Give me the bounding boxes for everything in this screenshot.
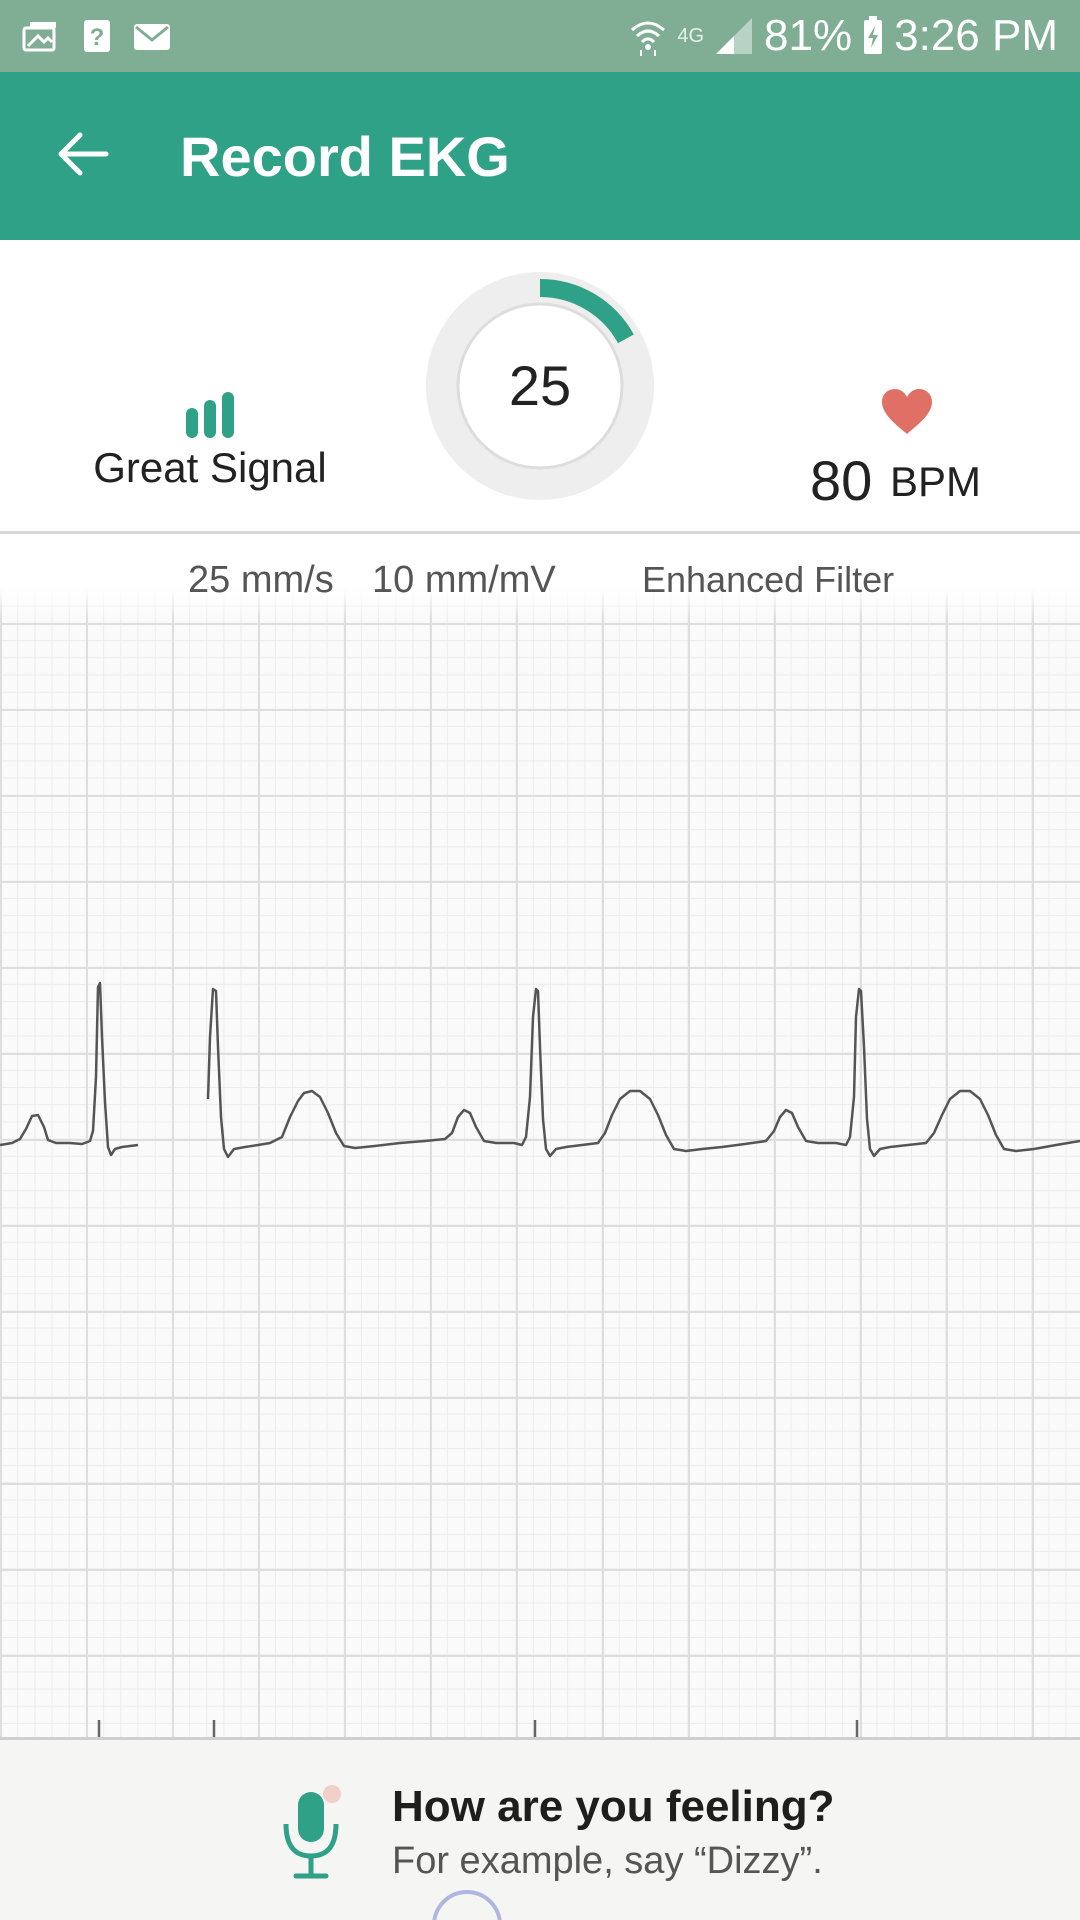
recording-summary: Great Signal 25 80 BPM <box>0 240 1080 534</box>
heart-icon <box>882 389 932 434</box>
voice-memo-prompt[interactable]: How are you feeling? For example, say “D… <box>0 1737 1080 1920</box>
clock: 3:26 PM <box>894 11 1058 60</box>
page-title: Record EKG <box>180 125 510 188</box>
filter-mode: Enhanced Filter <box>642 559 895 600</box>
timer-value: 25 <box>508 354 572 417</box>
ekg-trace-canvas <box>0 981 1080 1737</box>
app-bar: Record EKG <box>0 72 1080 240</box>
email-icon <box>134 24 170 50</box>
arrow-back-icon[interactable] <box>52 122 116 186</box>
ekg-trace-segment <box>206 987 1080 1159</box>
ekg-chart: 25 mm/s 10 mm/mV Enhanced Filter <box>0 537 1080 1737</box>
svg-text:?: ? <box>90 24 105 51</box>
ekg-trace-segment <box>0 981 139 1157</box>
amplitude-gain: 10 mm/mV <box>372 559 556 601</box>
heart-rate-unit: BPM <box>890 458 982 505</box>
system-status: 4G 81% 3:26 PM <box>629 10 1058 62</box>
cell-signal-icon <box>716 18 753 54</box>
network-type: 4G <box>677 24 705 47</box>
touch-indicator <box>432 1890 502 1920</box>
microphone-icon[interactable] <box>280 1784 342 1884</box>
battery-charging-icon <box>864 16 883 54</box>
unknown-app-icon: ? <box>84 20 110 52</box>
heart-rate-value: 80 <box>810 449 873 512</box>
picture-mail-icon <box>22 22 56 52</box>
prompt-hint: For example, say “Dizzy”. <box>392 1840 823 1882</box>
ekg-settings-bar: 25 mm/s 10 mm/mV Enhanced Filter <box>0 537 1080 621</box>
status-bar: ? 4G 81% 3:26 PM <box>0 0 1080 72</box>
signal-quality: Great Signal <box>60 390 360 492</box>
signal-bars-icon <box>186 392 234 438</box>
battery-percent: 81% <box>764 11 853 60</box>
signal-label: Great Signal <box>93 444 327 491</box>
wifi-icon <box>631 21 666 56</box>
prompt-title: How are you feeling? <box>392 1782 835 1831</box>
heart-rate: 80 BPM <box>790 388 1010 528</box>
paper-speed: 25 mm/s <box>188 559 334 601</box>
countdown-timer: 25 <box>426 272 654 500</box>
notification-icons: ? <box>20 18 172 54</box>
